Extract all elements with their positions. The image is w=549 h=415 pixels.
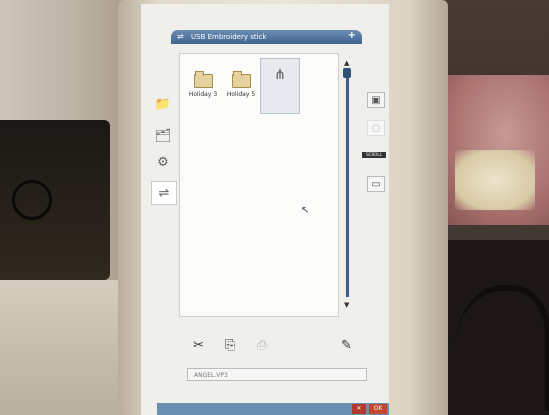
cut-icon[interactable]: ✂ [193,338,204,353]
mouse-cursor-icon: ↖ [301,205,310,216]
folder-icon: 📁 [154,96,172,112]
paste-icon: ⎙ [257,338,268,353]
right-toolbar: ▣ ○ SCROLL ▭ [362,84,387,204]
filename-field[interactable]: ANGEL.VP3 [187,368,367,381]
design-folder-button[interactable]: 🗂 [151,125,175,147]
file-item[interactable]: Holiday 3 [184,62,222,112]
usb-icon: ⇌ [177,32,184,41]
folder-icon [231,71,251,88]
design-folder-icon: 🗂 [154,128,172,144]
folder-icon [193,71,213,88]
left-toolbar: 📁 🗂 ⚙ ⇌ [149,49,179,339]
rename-icon[interactable]: ✎ [341,338,352,353]
cancel-button[interactable]: ✕ [352,404,366,414]
scroll-track[interactable] [346,69,349,297]
usb-icon: ⇌ [158,185,170,201]
fabric [455,150,535,210]
touch-screen: ⇌ USB Embroidery stick + 📁 🗂 ⚙ ⇌ Holiday… [141,4,389,415]
file-item[interactable]: Holiday 5 [222,62,260,112]
built-in-designs-button[interactable]: ⚙ [151,151,175,173]
folder-up-icon: ▣ [371,94,381,106]
scroll-down-icon[interactable]: ▼ [344,301,349,309]
usb-button[interactable]: ⇌ [151,181,177,205]
thread-spool [12,180,52,220]
bottom-toolbar: ✂ ⎘ ⎙ ✎ [181,334,361,359]
file-item[interactable]: ⋔ [260,58,300,114]
file-browser-panel[interactable]: Holiday 3 Holiday 5 ⋔ ↖ [179,53,339,317]
folder-up-button[interactable]: ▣ [367,92,385,108]
scroll-badge: SCROLL [362,152,386,158]
disabled-circle-icon: ○ [371,122,381,134]
usb-cable [455,285,549,411]
new-folder-button[interactable]: ▭ [367,176,385,192]
copy-icon[interactable]: ⎘ [225,338,235,353]
footer-bar: ✕ OK [157,403,389,415]
usb-device-icon: ⋔ [274,67,286,83]
vertical-scrollbar[interactable]: ▲ ▼ [342,59,352,309]
machine-base [0,280,120,415]
window-title: USB Embroidery stick [191,33,267,41]
plus-icon[interactable]: + [348,29,356,43]
scroll-thumb[interactable] [343,68,351,78]
window-titlebar: ⇌ USB Embroidery stick + [171,30,362,44]
file-label: Holiday 3 [188,91,218,98]
built-in-designs-icon: ⚙ [157,154,169,170]
ok-button[interactable]: OK [369,404,387,414]
scroll-up-icon[interactable]: ▲ [344,59,349,67]
new-folder-icon: ▭ [371,178,381,190]
folder-button[interactable]: 📁 [151,93,175,115]
disabled-button: ○ [367,120,385,136]
file-label: Holiday 5 [226,91,256,98]
